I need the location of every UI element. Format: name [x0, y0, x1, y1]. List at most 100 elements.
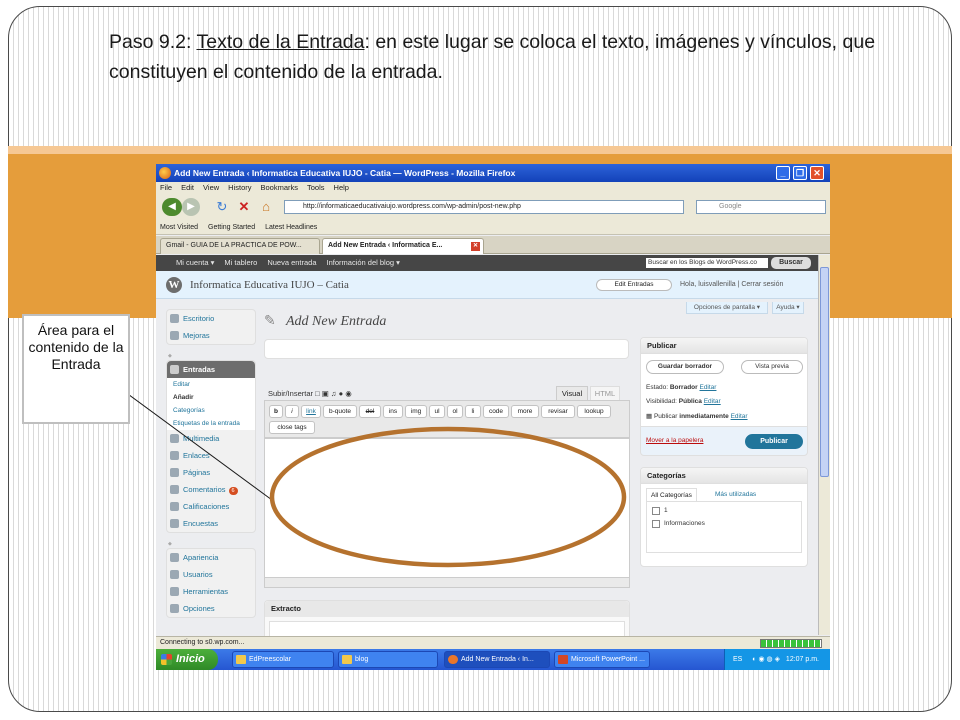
submenu-anadir[interactable]: Añadir: [167, 391, 255, 404]
submenu-etiquetas[interactable]: Etiquetas de la entrada: [167, 417, 255, 430]
sidebar-item-escritorio[interactable]: Escritorio: [167, 310, 255, 327]
adminbar-new-post[interactable]: Nueva entrada: [267, 258, 316, 267]
sidebar-item-herramientas[interactable]: Herramientas: [167, 583, 255, 600]
tab-visual[interactable]: Visual: [556, 386, 588, 400]
preview-button[interactable]: Vista previa: [741, 360, 803, 374]
bookmark-latest-headlines[interactable]: Latest Headlines: [265, 224, 317, 231]
post-content-textarea[interactable]: [264, 438, 630, 578]
qt-more-button[interactable]: more: [511, 405, 539, 418]
excerpt-title[interactable]: Extracto: [265, 601, 629, 617]
forward-button[interactable]: ▶: [182, 198, 200, 216]
sidebar-item-encuestas[interactable]: Encuestas: [167, 515, 255, 532]
language-indicator[interactable]: ES: [733, 656, 742, 663]
sidebar-item-apariencia[interactable]: Apariencia: [167, 549, 255, 566]
edit-schedule-link[interactable]: Editar: [731, 413, 748, 420]
url-bar[interactable]: http://informaticaeducativaiujo.wordpres…: [284, 200, 684, 214]
sidebar-item-multimedia[interactable]: Multimedia: [167, 430, 255, 447]
edit-entries-dropdown[interactable]: Edit Entradas: [596, 279, 672, 291]
categories-box-title[interactable]: Categorías: [641, 468, 807, 484]
scrollbar-thumb[interactable]: [820, 267, 829, 477]
screen-options-button[interactable]: Opciones de pantalla ▾: [686, 302, 768, 314]
taskbar-item-blog[interactable]: blog: [338, 651, 438, 668]
save-draft-button[interactable]: Guardar borrador: [646, 360, 724, 374]
tray-icons[interactable]: ◐ ◉ ◍ ◈: [752, 656, 780, 663]
sidebar-item-enlaces[interactable]: Enlaces: [167, 447, 255, 464]
sidebar-item-paginas[interactable]: Páginas: [167, 464, 255, 481]
category-checkbox[interactable]: [652, 520, 660, 528]
tab-most-used[interactable]: Más utilizadas: [711, 488, 760, 501]
sidebar-item-entradas[interactable]: Entradas: [167, 361, 255, 378]
sidebar-item-comentarios[interactable]: Comentarios 6: [167, 481, 255, 498]
edit-status-link[interactable]: Editar: [699, 384, 716, 391]
category-checkbox[interactable]: [652, 507, 660, 515]
help-button[interactable]: Ayuda ▾: [772, 302, 804, 314]
taskbar-item-powerpoint[interactable]: Microsoft PowerPoint ...: [554, 651, 650, 668]
post-title-input[interactable]: [264, 339, 629, 359]
taskbar-item-edpreescolar[interactable]: EdPreescolar: [232, 651, 334, 668]
clock[interactable]: 12:07 p.m.: [786, 656, 819, 663]
menu-bookmarks[interactable]: Bookmarks: [261, 183, 299, 192]
admin-search-input[interactable]: Buscar en los Blogs de WordPress.co: [646, 258, 768, 268]
adminbar-blog-info[interactable]: Información del blog ▾: [327, 258, 400, 267]
tab-gmail[interactable]: Gmail - GUIA DE LA PRACTICA DE POW...: [160, 238, 320, 254]
user-greeting[interactable]: Hola, luisvallenilla | Cerrar sesión: [680, 281, 783, 288]
menu-edit[interactable]: Edit: [181, 183, 194, 192]
publish-button[interactable]: Publicar: [745, 434, 803, 449]
pages-icon: [170, 468, 179, 477]
start-button[interactable]: Inicio: [156, 649, 218, 670]
back-button[interactable]: ◀: [162, 198, 182, 216]
qt-link-button[interactable]: link: [301, 405, 321, 418]
publish-box-title[interactable]: Publicar: [641, 338, 807, 354]
taskbar-item-firefox[interactable]: Add New Entrada ‹ In...: [444, 651, 550, 668]
upgrades-icon: [170, 331, 179, 340]
home-icon[interactable]: ⌂: [258, 199, 274, 215]
edit-visibility-link[interactable]: Editar: [704, 398, 721, 405]
menu-tools[interactable]: Tools: [307, 183, 325, 192]
qt-lookup-button[interactable]: lookup: [577, 405, 611, 418]
sidebar-item-usuarios[interactable]: Usuarios: [167, 566, 255, 583]
qt-ul-button[interactable]: ul: [429, 405, 445, 418]
qt-italic-button[interactable]: i: [285, 405, 299, 418]
site-title[interactable]: Informatica Educativa IUJO – Catia: [190, 279, 349, 291]
maximize-icon[interactable]: ❐: [793, 166, 807, 180]
sidebar-item-mejoras[interactable]: Mejoras: [167, 327, 255, 344]
search-input[interactable]: Google: [696, 200, 826, 214]
editor-resize-handle[interactable]: [264, 578, 630, 588]
submenu-categorias[interactable]: Categorías: [167, 404, 255, 417]
tab-add-new-entrada[interactable]: Add New Entrada ‹ Informatica E... ✕: [322, 238, 484, 254]
qt-bold-button[interactable]: b: [269, 405, 283, 418]
minimize-icon[interactable]: _: [776, 166, 790, 180]
tab-all-categories[interactable]: All Categorías: [646, 488, 697, 501]
sidebar-item-opciones[interactable]: Opciones: [167, 600, 255, 617]
adminbar-my-account[interactable]: Mi cuenta ▾: [176, 258, 214, 267]
qt-li-button[interactable]: li: [465, 405, 481, 418]
menu-history[interactable]: History: [228, 183, 251, 192]
tab-html[interactable]: HTML: [590, 386, 620, 400]
stop-icon[interactable]: ✕: [236, 199, 252, 215]
qt-ins-button[interactable]: ins: [383, 405, 403, 418]
menu-view[interactable]: View: [203, 183, 219, 192]
tab-close-icon[interactable]: ✕: [471, 242, 480, 251]
reload-icon[interactable]: ↻: [214, 199, 230, 215]
menu-file[interactable]: File: [160, 183, 172, 192]
qt-ol-button[interactable]: ol: [447, 405, 463, 418]
qt-img-button[interactable]: img: [405, 405, 427, 418]
adminbar-dashboard[interactable]: Mi tablero: [224, 258, 257, 267]
qt-bquote-button[interactable]: b-quote: [323, 405, 357, 418]
qt-code-button[interactable]: code: [483, 405, 509, 418]
submenu-editar[interactable]: Editar: [167, 378, 255, 391]
qt-revisar-button[interactable]: revisar: [541, 405, 575, 418]
menu-help[interactable]: Help: [334, 183, 349, 192]
qt-close-tags-button[interactable]: close tags: [269, 421, 315, 434]
bookmark-most-visited[interactable]: Most Visited: [160, 224, 198, 231]
page-scrollbar[interactable]: [818, 255, 830, 635]
move-to-trash-link[interactable]: Mover a la papelera: [646, 437, 703, 444]
qt-del-button[interactable]: del: [359, 405, 381, 418]
menu-group-entradas: Entradas Editar Añadir Categorías Etique…: [166, 360, 256, 533]
sidebar-item-calificaciones[interactable]: Calificaciones: [167, 498, 255, 515]
admin-search-button[interactable]: Buscar: [771, 257, 811, 269]
close-icon[interactable]: ✕: [810, 166, 824, 180]
bookmark-getting-started[interactable]: Getting Started: [208, 224, 255, 231]
ratings-icon: [170, 502, 179, 511]
upload-media-icons[interactable]: □ ▣ ♫ ● ◉: [315, 389, 352, 398]
